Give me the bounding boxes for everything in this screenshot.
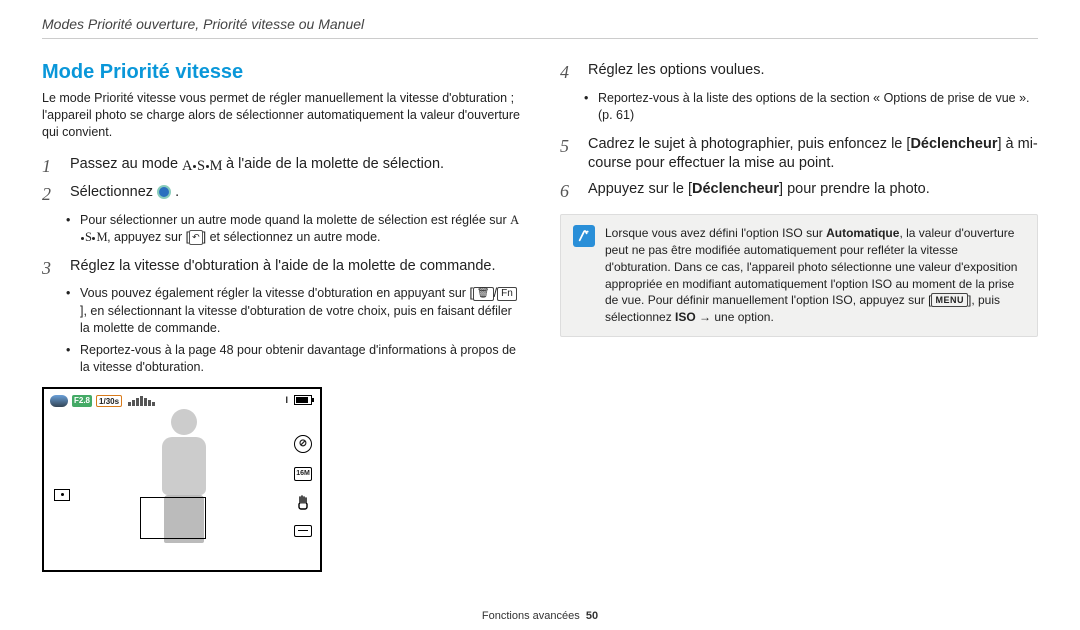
step-5: 5 Cadrez le sujet à photographier, puis … (560, 135, 1038, 174)
page-footer: Fonctions avancées 50 (0, 610, 1080, 622)
note-part-d: → une option. (696, 310, 774, 324)
battery-icon (294, 395, 312, 405)
step-number: 4 (560, 61, 578, 84)
step-1: 1 Passez au mode ASM à l'aide de la mole… (42, 155, 520, 178)
step2-bullets: Pour sélectionner un autre mode quand la… (42, 212, 520, 247)
step-body: Sélectionnez . (70, 183, 520, 206)
shutter-priority-mode-icon (157, 185, 171, 199)
note-iso: ISO (675, 310, 696, 324)
footer-section-label: Fonctions avancées (482, 610, 580, 622)
page-number: 50 (586, 610, 598, 622)
list-item: Reportez-vous à la liste des options de … (588, 90, 1038, 125)
shots-remaining: I (285, 395, 288, 405)
fn-key-icon: Fn (497, 287, 517, 301)
af-point-icon (54, 489, 70, 501)
lcd-right-icons: ⊘ 16M (294, 435, 312, 537)
step-number: 6 (560, 180, 578, 203)
step2-text-a: Sélectionnez (70, 184, 157, 200)
focus-frame-icon (140, 497, 206, 539)
asm-mode-icon: ASM (182, 157, 222, 177)
step3-bullets: Vous pouvez également régler la vitesse … (42, 285, 520, 377)
lcd-top-right: I (285, 395, 312, 405)
step4-bullets: Reportez-vous à la liste des options de … (560, 90, 1038, 125)
two-column-layout: Mode Priorité vitesse Le mode Priorité v… (42, 61, 1038, 572)
note-auto: Automatique (826, 226, 899, 240)
step-number: 2 (42, 183, 60, 206)
step-number: 5 (560, 135, 578, 174)
step6-text-b: ] pour prendre la photo. (779, 181, 930, 197)
section-title: Mode Priorité vitesse (42, 61, 520, 84)
list-item: Reportez-vous à la page 48 pour obtenir … (70, 342, 520, 377)
step1-text-b: à l'aide de la molette de sélection. (222, 156, 444, 172)
manual-page: Modes Priorité ouverture, Priorité vites… (0, 0, 1080, 630)
note-part-a: Lorsque vous avez défini l'option ISO su… (605, 226, 826, 240)
right-column: 4 Réglez les options voulues. Reportez-v… (560, 61, 1038, 572)
step-body: Réglez les options voulues. (588, 61, 1038, 84)
step-body: Passez au mode ASM à l'aide de la molett… (70, 155, 520, 178)
flash-off-icon: ⊘ (294, 435, 312, 453)
camera-lcd-preview: F2.8 1/30s I ⊘ 16M (42, 387, 322, 572)
info-icon (573, 225, 595, 247)
step-body: Appuyez sur le [Déclencheur] pour prendr… (588, 180, 1038, 203)
back-key-icon: ↶ (189, 230, 203, 245)
step-number: 1 (42, 155, 60, 178)
left-column: Mode Priorité vitesse Le mode Priorité v… (42, 61, 520, 572)
shutter-button-label: Déclencheur (910, 136, 997, 152)
step-3: 3 Réglez la vitesse d'obturation à l'aid… (42, 257, 520, 280)
info-note: Lorsque vous avez défini l'option ISO su… (560, 214, 1038, 337)
mode-indicator-icon (50, 395, 68, 407)
shutter-button-label: Déclencheur (692, 181, 779, 197)
step-body: Cadrez le sujet à photographier, puis en… (588, 135, 1038, 174)
step-number: 3 (42, 257, 60, 280)
step-6: 6 Appuyez sur le [Déclencheur] pour pren… (560, 180, 1038, 203)
step5-text-a: Cadrez le sujet à photographier, puis en… (588, 136, 910, 152)
section-intro: Le mode Priorité vitesse vous permet de … (42, 90, 520, 141)
exposure-scale-icon (128, 396, 155, 406)
step2-text-b: . (171, 184, 179, 200)
bullet-text-b: , appuyez sur [ (107, 230, 189, 244)
menu-key-icon: MENU (931, 293, 968, 307)
image-stabilization-icon (295, 495, 311, 511)
bullet-text-c: ] et sélectionnez un autre mode. (203, 230, 381, 244)
chapter-breadcrumb: Modes Priorité ouverture, Priorité vites… (42, 16, 1038, 39)
bullet-text-a: Pour sélectionner un autre mode quand la… (80, 213, 510, 227)
step-body: Réglez la vitesse d'obturation à l'aide … (70, 257, 520, 280)
step-4: 4 Réglez les options voulues. (560, 61, 1038, 84)
lcd-top-bar: F2.8 1/30s (50, 395, 314, 407)
step-2: 2 Sélectionnez . (42, 183, 520, 206)
step1-text-a: Passez au mode (70, 156, 182, 172)
note-text: Lorsque vous avez défini l'option ISO su… (605, 225, 1025, 326)
trash-key-icon: 🗑 (473, 287, 494, 301)
image-size-icon: 16M (294, 467, 312, 481)
shutter-speed-readout: 1/30s (96, 395, 122, 407)
list-item: Vous pouvez également régler la vitesse … (70, 285, 520, 338)
aperture-readout: F2.8 (72, 395, 92, 407)
step6-text-a: Appuyez sur le [ (588, 181, 692, 197)
list-item: Pour sélectionner un autre mode quand la… (70, 212, 520, 247)
metering-mode-icon (294, 525, 312, 537)
